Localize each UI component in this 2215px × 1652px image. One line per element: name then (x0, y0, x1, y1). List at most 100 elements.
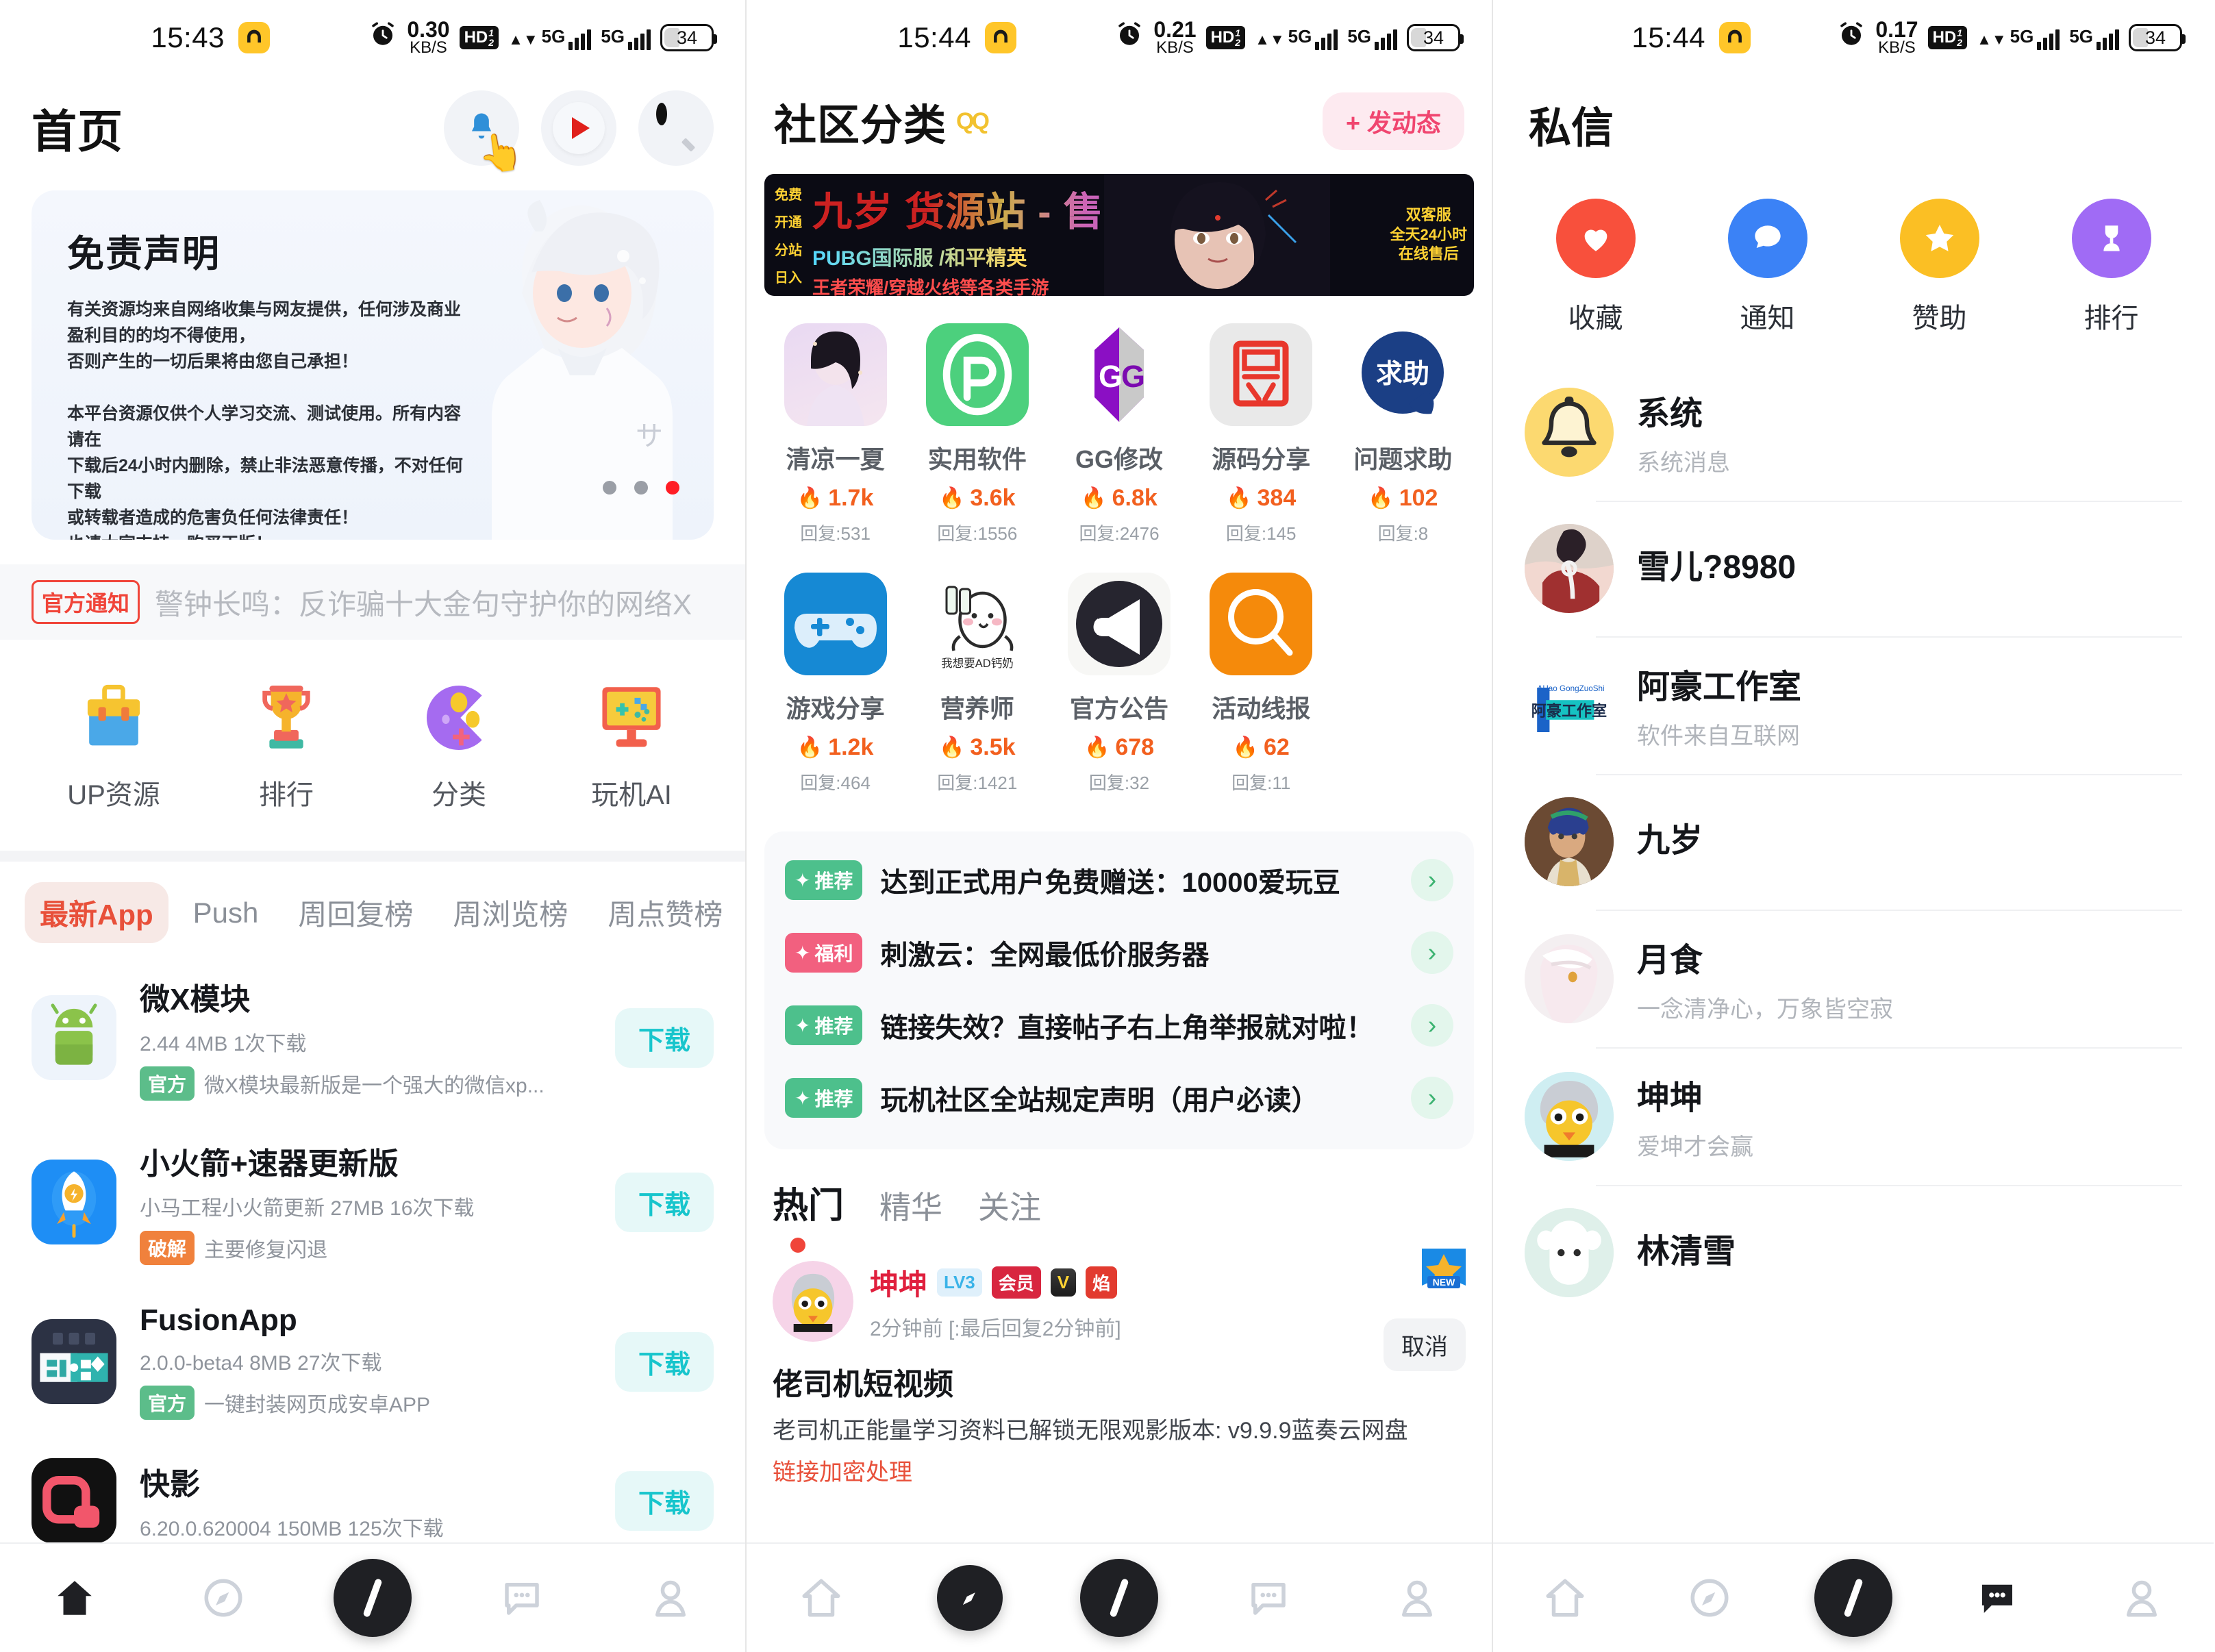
category-qingliangyixia[interactable]: 清凉一夏 🔥 1.7k 回复:531 (764, 314, 906, 563)
list-item[interactable]: 九岁 (1493, 774, 2214, 910)
flame-icon: 🔥 (1368, 487, 1394, 510)
category-activity-news[interactable]: 活动线报 🔥 62 回复:11 (1190, 563, 1332, 812)
quick-item-sponsor[interactable]: 赞助 (1853, 199, 2025, 336)
app-name: 微X模块 (140, 983, 251, 1016)
list-item[interactable]: 月食 一念清净心，万象皆空寂 (1493, 910, 2214, 1047)
bottom-nav-create[interactable] (1781, 1559, 1925, 1637)
video-play-button[interactable] (541, 90, 616, 166)
tab-essence[interactable]: 精华 (879, 1183, 942, 1228)
bottom-nav-messages[interactable] (1925, 1575, 2069, 1620)
list-item[interactable]: 小火箭+速器更新版 小马工程小火箭更新 27MB 16次下载 破解 主要修复闪退… (32, 1120, 714, 1284)
list-item[interactable]: 阿豪工作室 AHao GongZuoShi 阿豪工作室 软件来自互联网 (1493, 636, 2214, 774)
category-gg-modify[interactable]: GG GG修改 🔥 6.8k 回复:2476 (1048, 314, 1190, 563)
message-preview: 系统消息 (1637, 450, 1730, 476)
dot-3-active[interactable] (666, 481, 679, 495)
bottom-nav-profile[interactable] (1342, 1575, 1492, 1620)
chevron-right-icon[interactable]: › (1411, 859, 1453, 901)
tab-following[interactable]: 关注 (978, 1183, 1041, 1228)
bottom-nav-home[interactable] (1493, 1575, 1637, 1620)
chevron-right-icon[interactable]: › (1411, 931, 1453, 974)
list-item[interactable]: ✦ 推荐 玩机社区全站规定声明（用户必读） › (764, 1062, 1474, 1134)
heart-icon (1555, 199, 1636, 278)
data-arrows-icon: ▲▼ (1255, 30, 1285, 48)
app-desc-row: 官方 一键封装网页成安卓APP (140, 1386, 592, 1420)
tab-push[interactable]: Push (178, 887, 274, 939)
avatar[interactable] (1525, 1208, 1614, 1297)
level-badge: LV3 (937, 1268, 982, 1297)
bottom-nav-discover[interactable] (896, 1565, 1045, 1631)
category-help[interactable]: 求助 问题求助 🔥 102 回复:8 (1332, 314, 1474, 563)
bottom-nav (1493, 1542, 2214, 1652)
list-item[interactable]: ✦ 推荐 链接失效？直接帖子右上角举报就对啦！ › (764, 989, 1474, 1062)
bottom-nav-messages[interactable] (447, 1575, 597, 1620)
play-icon (553, 102, 605, 154)
list-item[interactable]: 林清雪 (1493, 1185, 2214, 1321)
list-item[interactable]: ✦ 推荐 达到正式用户免费赠送：10000爱玩豆 › (764, 844, 1474, 916)
quick-item-ranking[interactable]: 排行 (2025, 199, 2197, 336)
quick-item-favorites[interactable]: 收藏 (1510, 199, 1681, 336)
category-nutritionist[interactable]: 我想要AD钙奶 营养师 🔥 3.5k 回复:1421 (906, 563, 1048, 812)
notification-bell-button[interactable]: 👆 (444, 90, 526, 176)
bottom-nav-discover[interactable] (149, 1575, 299, 1620)
quick-item-notifications[interactable]: 通知 (1681, 199, 1853, 336)
official-notice-bar[interactable]: 官方通知 警钟长鸣：反诈骗十大金句守护你的网络X (0, 564, 745, 640)
bottom-nav-messages[interactable] (1194, 1575, 1343, 1620)
gg-icon: GG (1068, 323, 1171, 426)
quick-item-ai[interactable]: 玩机AI (545, 679, 718, 812)
tab-hot[interactable]: 热门 (773, 1177, 844, 1228)
list-item[interactable]: FusionApp 2.0.0-beta4 8MB 27次下载 官方 一键封装网… (32, 1284, 714, 1439)
feed-post[interactable]: NEW 坤坤 LV3 会员 V 焰 2分钟前 [:最后回复2分钟前] 取消 佬司… (773, 1249, 1466, 1487)
cancel-button[interactable]: 取消 (1384, 1318, 1466, 1371)
category-game-share[interactable]: 游戏分享 🔥 1.2k 回复:464 (764, 563, 906, 812)
announcement-tag: ✦ 推荐 (785, 1005, 863, 1045)
quick-label: UP资源 (67, 780, 160, 810)
carousel-dots[interactable] (603, 481, 679, 495)
list-item[interactable]: 雪儿?8980 (1493, 501, 2214, 636)
download-button[interactable]: 下载 (614, 1331, 714, 1392)
download-button[interactable]: 下载 (614, 1008, 714, 1068)
download-button[interactable]: 下载 (614, 1172, 714, 1232)
download-button[interactable]: 下载 (614, 1470, 714, 1531)
bottom-nav (0, 1542, 745, 1652)
bottom-nav-create[interactable] (298, 1559, 447, 1637)
list-item[interactable]: ✦ 福利 刺激云：全网最低价服务器 › (764, 916, 1474, 989)
disclaimer-card[interactable]: 免责声明 有关资源均来自网络收集与网友提供，任何涉及商业盈利目的的均不得使用， … (32, 190, 714, 540)
tab-latest-app[interactable]: 最新App (25, 882, 168, 943)
battery-indicator: 34 (660, 24, 717, 51)
chevron-right-icon[interactable]: › (1411, 1077, 1453, 1119)
avatar[interactable] (1525, 934, 1614, 1023)
dot-2[interactable] (634, 481, 648, 495)
sim2-network-label: 5G (601, 25, 625, 47)
chevron-right-icon[interactable]: › (1411, 1004, 1453, 1047)
avatar[interactable] (1525, 524, 1614, 613)
bottom-nav-home[interactable] (0, 1575, 149, 1620)
promo-banner[interactable]: 免费 开通 分站 日入 九岁 货源站 - 售后最优 PUBG国际服 /和平精英 … (764, 174, 1474, 296)
bottom-nav-profile[interactable] (2070, 1575, 2214, 1620)
quick-label: 排行 (259, 780, 314, 810)
category-source-share[interactable]: 源码分享 🔥 384 回复:145 (1190, 314, 1332, 563)
bottom-nav-home[interactable] (747, 1575, 896, 1620)
avatar[interactable]: 阿豪工作室 AHao GongZuoShi (1525, 660, 1614, 750)
bottom-nav-create[interactable] (1044, 1559, 1194, 1637)
category-name: GG修改 (1075, 445, 1164, 473)
list-item[interactable]: 系统 系统消息 (1493, 363, 2214, 501)
create-post-button[interactable]: + 发动态 (1322, 92, 1464, 150)
tab-weekly-replies[interactable]: 周回复榜 (283, 882, 428, 943)
search-button[interactable] (638, 90, 714, 166)
quick-item-categories[interactable]: 分类 (373, 679, 545, 812)
category-shiyongruanjian[interactable]: 实用软件 🔥 3.6k 回复:1556 (906, 314, 1048, 563)
tab-weekly-views[interactable]: 周浏览榜 (438, 882, 583, 943)
avatar[interactable] (1525, 1071, 1614, 1161)
avatar[interactable] (773, 1261, 853, 1342)
list-item[interactable]: 坤坤 爱坤才会赢 (1493, 1047, 2214, 1185)
quick-item-up-resources[interactable]: UP资源 (27, 679, 200, 812)
bottom-nav-discover[interactable] (1637, 1575, 1781, 1620)
bottom-nav-profile[interactable] (596, 1575, 745, 1620)
quick-item-ranking[interactable]: 排行 (200, 679, 373, 812)
tab-weekly-likes[interactable]: 周点赞榜 (592, 882, 738, 943)
avatar[interactable] (1525, 387, 1614, 477)
avatar[interactable] (1525, 797, 1614, 886)
dot-1[interactable] (603, 481, 616, 495)
category-official-announce[interactable]: 官方公告 🔥 678 回复:32 (1048, 563, 1190, 812)
list-item[interactable]: 微X模块 2.44 4MB 1次下载 官方 微X模块最新版是一个强大的微信xp.… (32, 955, 714, 1120)
